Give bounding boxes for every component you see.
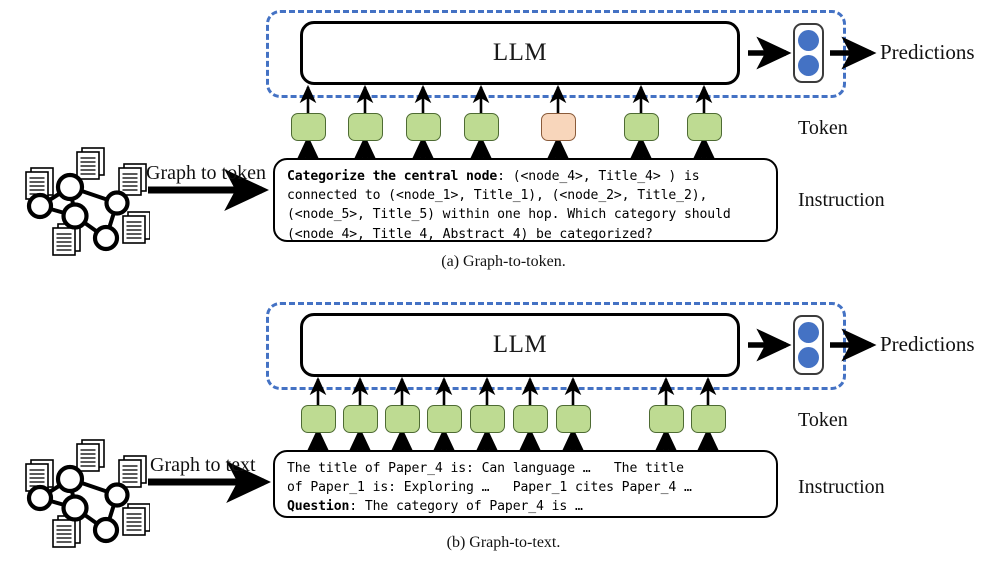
token-chip <box>624 113 659 141</box>
instruction-line-rest: The title of Paper_4 is: Can language … … <box>287 461 684 476</box>
predictions-label-b: Predictions <box>880 332 975 356</box>
document-icon <box>118 163 147 196</box>
token-chip <box>687 113 722 141</box>
document-icon <box>76 439 105 472</box>
token-chip <box>556 405 591 433</box>
instruction-line-bold: Categorize the central node <box>287 169 498 184</box>
token-chip <box>301 405 336 433</box>
instruction-line: connected to (<node_1>, Title_1), (<node… <box>287 186 764 205</box>
token-chip <box>406 113 441 141</box>
instruction-line-rest: (<node_4>, Title_4, Abstract_4) be categ… <box>287 226 653 242</box>
instruction-line-rest: connected to (<node_1>, Title_1), (<node… <box>287 188 708 204</box>
caption-a: (a) Graph-to-token. <box>441 253 566 270</box>
prediction-dot <box>798 55 819 77</box>
document-icon <box>122 503 150 536</box>
prediction-dot <box>798 321 819 343</box>
prediction-dot <box>798 347 819 369</box>
citation-graph-icon-a <box>25 147 150 256</box>
instruction-line: The title of Paper_4 is: Can language … … <box>287 459 764 478</box>
document-icon <box>76 147 105 180</box>
token-chip <box>470 405 505 433</box>
token-chip-highlighted <box>541 113 576 141</box>
token-chip <box>343 405 378 433</box>
token-row-label-a: Token <box>798 117 848 139</box>
instruction-box-a: Categorize the central node: (<node_4>, … <box>273 158 778 242</box>
instruction-line-bold: Question <box>287 499 350 515</box>
llm-box-b: LLM <box>300 313 740 377</box>
instruction-row-label-b: Instruction <box>798 476 885 498</box>
token-row-label-b: Token <box>798 409 848 431</box>
instruction-line: of Paper_1 is: Exploring … Paper_1 cites… <box>287 478 764 497</box>
panel-graph-to-token: LLM Predictions Categorize the central n… <box>0 0 1007 285</box>
convert-label-a: Graph to token <box>146 162 266 184</box>
instruction-line: Question: The category of Paper_4 is … <box>287 497 764 516</box>
panel-graph-to-text: LLM Predictions The title of Paper_4 is:… <box>0 286 1007 571</box>
document-icon <box>122 211 150 244</box>
token-chip <box>291 113 326 141</box>
instruction-line-rest: : (<node_4>, Title_4> ) is <box>497 169 700 184</box>
instruction-row-label-a: Instruction <box>798 189 885 211</box>
token-chip <box>691 405 726 433</box>
prediction-dot <box>798 29 819 51</box>
instruction-line: (<node_5>, Title_5) within one hop. Whic… <box>287 205 764 224</box>
instruction-line: (<node_4>, Title_4, Abstract_4) be categ… <box>287 225 764 244</box>
llm-box-a: LLM <box>300 21 740 85</box>
token-chip <box>385 405 420 433</box>
instruction-line-rest: (<node_5>, Title_5) within one hop. Whic… <box>287 207 731 223</box>
instruction-line: Categorize the central node: (<node_4>, … <box>287 167 764 186</box>
token-chip <box>649 405 684 433</box>
document-icon <box>118 455 147 488</box>
convert-label-b: Graph to text <box>150 454 256 476</box>
instruction-line-rest: of Paper_1 is: Exploring … Paper_1 cites… <box>287 480 692 496</box>
llm-label: LLM <box>492 331 548 358</box>
llm-label: LLM <box>492 39 548 66</box>
prediction-vector-a <box>793 23 824 83</box>
token-chip <box>513 405 548 433</box>
caption-b: (b) Graph-to-text. <box>446 534 561 551</box>
instruction-line-rest: : The category of Paper_4 is … <box>349 499 583 515</box>
prediction-vector-b <box>793 315 824 375</box>
predictions-label-a: Predictions <box>880 40 975 64</box>
token-chip <box>427 405 462 433</box>
token-chip <box>464 113 499 141</box>
token-chip <box>348 113 383 141</box>
instruction-box-b: The title of Paper_4 is: Can language … … <box>273 450 778 518</box>
